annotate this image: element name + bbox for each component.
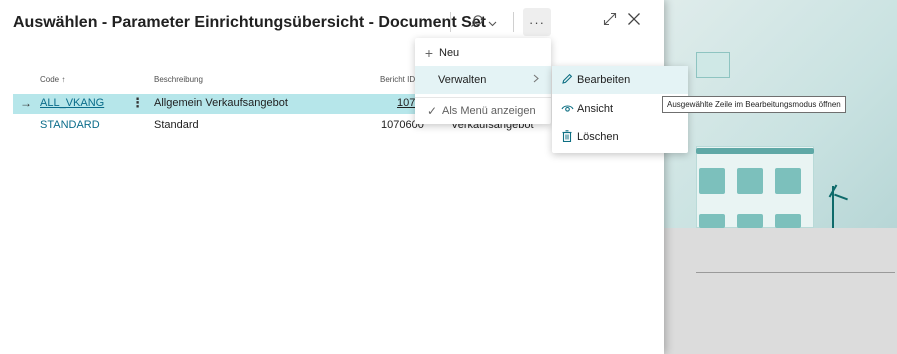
pencil-icon <box>560 73 574 88</box>
menu-item-manage-label: Verwalten <box>438 74 487 86</box>
more-icon: ··· <box>529 14 545 30</box>
close-icon <box>627 13 641 30</box>
bg-divider <box>696 272 895 273</box>
menu-item-show-as-menu-label: Als Menü anzeigen <box>442 105 536 117</box>
row-actions-icon[interactable]: ⋮ <box>131 95 144 111</box>
search-icon <box>470 14 484 31</box>
checkmark-icon: ✓ <box>426 104 438 118</box>
plus-icon: + <box>424 45 434 61</box>
menu-item-delete[interactable]: Löschen <box>552 124 688 150</box>
menu-item-edit-label: Bearbeiten <box>577 74 631 86</box>
column-header-report-id[interactable]: Bericht ID <box>380 75 415 84</box>
bg-tile <box>699 168 725 194</box>
menu-item-delete-label: Löschen <box>577 131 619 143</box>
row-description: Allgemein Verkaufsangebot <box>154 97 288 109</box>
menu-item-manage[interactable]: Verwalten <box>415 66 551 94</box>
menu-item-show-as-menu[interactable]: ✓ Als Menü anzeigen <box>415 100 551 122</box>
bg-tile <box>737 168 763 194</box>
menu-item-new-label: Neu <box>439 47 460 59</box>
more-options-menu: + Neu Verwalten ✓ Als Menü anzeigen <box>415 38 551 124</box>
tooltip: Ausgewählte Zeile im Bearbeitungsmodus ö… <box>662 96 846 113</box>
bg-tile <box>699 214 725 228</box>
row-code-link[interactable]: ALL_VKANG <box>40 97 104 109</box>
toolbar-separator <box>513 12 514 32</box>
search-button[interactable] <box>466 10 500 34</box>
bg-illustration-panel <box>696 52 730 78</box>
lookup-dialog: Auswählen - Parameter Einrichtungsübersi… <box>0 0 664 354</box>
eye-icon <box>560 102 574 116</box>
close-button[interactable] <box>627 12 641 31</box>
more-options-button[interactable]: ··· <box>523 8 551 36</box>
column-header-description[interactable]: Beschreibung <box>154 75 203 84</box>
bg-illustration-bar <box>696 148 814 154</box>
menu-item-view-label: Ansicht <box>577 103 614 115</box>
expand-button[interactable] <box>603 12 617 31</box>
expand-icon <box>603 12 617 30</box>
bg-tile <box>775 214 801 228</box>
dialog-title: Auswählen - Parameter Einrichtungsübersi… <box>13 14 486 31</box>
row-code-link[interactable]: STANDARD <box>40 119 100 131</box>
chevron-down-icon <box>488 14 497 30</box>
menu-item-edit[interactable]: Bearbeiten <box>552 66 688 94</box>
bg-tile <box>737 214 763 228</box>
menu-divider <box>415 97 551 98</box>
toolbar-separator <box>450 12 451 32</box>
column-header-code[interactable]: Code ↑ <box>40 75 65 84</box>
bg-tile <box>775 168 801 194</box>
menu-item-new[interactable]: + Neu <box>415 42 551 64</box>
trash-icon <box>560 129 574 145</box>
chevron-right-icon <box>533 74 539 86</box>
row-description: Standard <box>154 119 199 131</box>
row-indicator-arrow-icon: → <box>20 96 32 110</box>
